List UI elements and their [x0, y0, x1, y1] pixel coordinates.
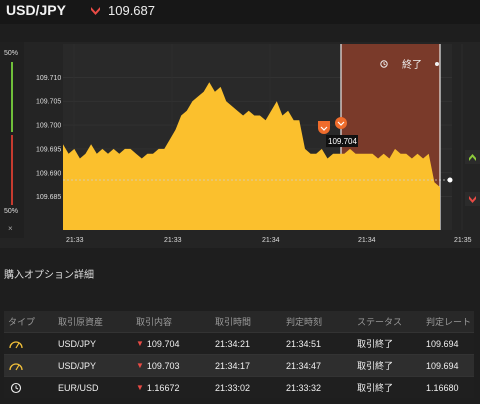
y-tick-label: 109.685	[36, 194, 61, 201]
y-tick-label: 109.690	[36, 170, 61, 177]
low-button[interactable]	[465, 192, 480, 206]
header-status: ステータス	[357, 317, 403, 327]
row-status: 取引終了	[357, 361, 394, 371]
marker-label: 109.704	[328, 137, 357, 146]
x-tick-label: 21:35	[454, 237, 472, 244]
row-status: 取引終了	[357, 383, 394, 393]
row-asset: USD/JPY	[58, 360, 97, 371]
down-arrow-icon: ▼	[136, 361, 144, 370]
settings-dot-icon[interactable]	[435, 62, 439, 66]
y-tick-label: 109.705	[36, 99, 61, 106]
row-rate: 109.694	[426, 338, 459, 349]
y-axis-ticks: 109.710 109.705 109.700 109.695 109.690 109.6…	[36, 75, 61, 201]
details-title: 購入オプション詳細	[4, 270, 94, 281]
table-row[interactable]: USD/JPY ▼ 109.704 21:34:21 21:34:51 取引終了 …	[4, 332, 474, 354]
header-time: 取引時間	[215, 317, 252, 327]
x-tick-label: 21:34	[262, 237, 280, 244]
clock-icon	[10, 382, 22, 393]
row-judge-time: 21:33:32	[286, 382, 322, 393]
gauge-icon	[9, 340, 23, 348]
down-arrow-icon: ▼	[136, 383, 144, 392]
row-time: 21:34:21	[215, 338, 251, 349]
row-content: 109.703	[146, 360, 180, 371]
table-row[interactable]: EUR/USD ▼ 1.16672 21:33:02 21:33:32 取引終了 …	[4, 376, 474, 398]
row-content: 1.16672	[146, 382, 180, 393]
header-judge-rate: 判定レート	[426, 317, 472, 327]
row-judge-time: 21:34:51	[286, 338, 322, 349]
header-asset: 取引原資産	[58, 317, 104, 327]
table-row[interactable]: USD/JPY ▼ 109.703 21:34:17 21:34:47 取引終了 …	[4, 354, 474, 376]
table-header: タイプ 取引原資産 取引内容 取引時間 判定時刻 ステータス 判定レート	[4, 311, 474, 332]
row-asset: USD/JPY	[58, 338, 97, 349]
gauge-icon	[9, 362, 23, 370]
row-time: 21:34:17	[215, 360, 251, 371]
header-judge-time: 判定時刻	[286, 317, 323, 327]
down-arrow-icon: ▼	[136, 339, 144, 348]
row-rate: 1.16680	[426, 382, 459, 393]
marker-icon	[335, 117, 347, 129]
x-tick-label: 21:33	[66, 237, 84, 244]
row-status: 取引終了	[357, 339, 394, 349]
price-chart: 109.710 109.705 109.700 109.695 109.690 109.6…	[36, 44, 480, 244]
x-tick-label: 21:34	[358, 237, 376, 244]
header-type: タイプ	[8, 317, 36, 327]
row-time: 21:33:02	[215, 382, 251, 393]
x-axis-ticks: 21:33 21:33 21:34 21:34 21:35	[66, 237, 472, 244]
row-content: 109.704	[146, 338, 180, 349]
header-content: 取引内容	[136, 317, 173, 327]
row-rate: 109.694	[426, 360, 459, 371]
details-table: タイプ 取引原資産 取引内容 取引時間 判定時刻 ステータス 判定レート USD…	[4, 311, 474, 398]
end-label: 終了	[402, 58, 422, 71]
y-tick-label: 109.700	[36, 123, 61, 130]
x-tick-label: 21:33	[164, 237, 182, 244]
y-tick-label: 109.710	[36, 75, 61, 82]
current-price-dot	[447, 177, 453, 183]
marker-icon	[318, 121, 330, 134]
row-judge-time: 21:34:47	[286, 360, 322, 371]
row-asset: EUR/USD	[58, 382, 99, 393]
y-tick-label: 109.695	[36, 146, 61, 153]
